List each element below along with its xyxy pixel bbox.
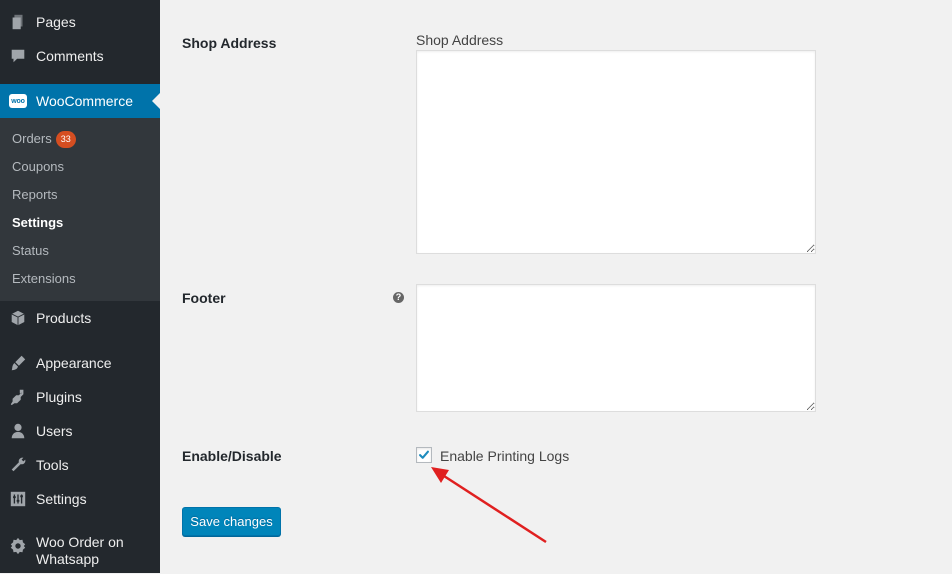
menu-label-woocommerce: WooCommerce — [36, 93, 133, 109]
comments-icon — [9, 47, 27, 65]
menu-label-products: Products — [36, 310, 92, 326]
menu-label-line1: Woo Order on — [36, 534, 124, 550]
woocommerce-logo: woo — [9, 94, 27, 108]
checkmark-icon — [419, 450, 429, 459]
shop-address-label: Shop Address — [182, 35, 277, 51]
menu-label-plugins: Plugins — [36, 389, 82, 405]
submenu-label-reports: Reports — [12, 187, 58, 202]
submenu-item-orders[interactable]: Orders 33 — [12, 129, 76, 149]
arrow-head — [431, 467, 449, 483]
submenu-label-settings: Settings — [12, 215, 64, 230]
footer-textarea[interactable] — [416, 284, 816, 412]
products-icon — [9, 309, 27, 327]
submenu-item-coupons[interactable]: Coupons — [12, 157, 64, 177]
menu-label-settings: Settings — [36, 491, 87, 507]
menu-item-comments[interactable]: Comments — [0, 39, 160, 73]
menu-item-woo-order-whatsapp[interactable]: Woo Order on Whatsapp — [0, 534, 160, 574]
enable-printing-logs-label[interactable]: Enable Printing Logs — [440, 447, 569, 465]
submenu-item-settings[interactable]: Settings — [12, 213, 63, 233]
menu-item-products[interactable]: Products — [0, 301, 160, 335]
menu-item-woocommerce[interactable]: woo WooCommerce — [0, 84, 160, 118]
menu-item-tools[interactable]: Tools — [0, 448, 160, 482]
submenu-label-status: Status — [12, 243, 49, 258]
admin-sidebar: Pages Comments woo WooCommerce Orders 33… — [0, 0, 160, 573]
submenu-item-reports[interactable]: Reports — [12, 185, 58, 205]
pages-icon — [9, 13, 27, 31]
menu-item-pages[interactable]: Pages — [0, 5, 160, 39]
orders-count-badge: 33 — [55, 130, 76, 148]
footer-label: Footer — [182, 290, 226, 306]
appearance-icon — [9, 354, 27, 372]
menu-item-appearance[interactable]: Appearance — [0, 346, 160, 380]
shop-address-inner-label: Shop Address — [416, 32, 504, 48]
menu-item-users[interactable]: Users — [0, 414, 160, 448]
menu-label-appearance: Appearance — [36, 355, 112, 371]
arrow-shaft — [443, 474, 547, 544]
menu-label-users: Users — [36, 423, 73, 439]
menu-label-pages: Pages — [36, 14, 76, 30]
shop-address-textarea[interactable] — [416, 50, 816, 254]
save-changes-button[interactable]: Save changes — [182, 507, 281, 536]
woocommerce-submenu: Orders 33 Coupons Reports Settings Statu… — [0, 118, 160, 301]
menu-label-tools: Tools — [36, 457, 69, 473]
submenu-label-extensions: Extensions — [12, 271, 76, 286]
menu-label-comments: Comments — [36, 48, 104, 64]
submenu-label-orders: Orders — [12, 131, 52, 146]
woocommerce-icon: woo — [9, 92, 27, 110]
enable-disable-label: Enable/Disable — [182, 448, 282, 464]
menu-item-settings[interactable]: Settings — [0, 482, 160, 516]
submenu-item-status[interactable]: Status — [12, 241, 49, 261]
gear-icon — [9, 537, 27, 555]
submenu-label-coupons: Coupons — [12, 159, 65, 174]
settings-icon — [9, 490, 27, 508]
menu-item-plugins[interactable]: Plugins — [0, 380, 160, 414]
enable-printing-logs-checkbox[interactable] — [416, 447, 432, 463]
submenu-item-extensions[interactable]: Extensions — [12, 269, 76, 289]
tools-icon — [9, 456, 27, 474]
menu-label-woo-order-whatsapp: Woo Order on Whatsapp — [36, 534, 124, 568]
menu-label-line2: Whatsapp — [36, 551, 100, 567]
plugins-icon — [9, 388, 27, 406]
users-icon — [9, 422, 27, 440]
help-tip-icon[interactable]: ? — [393, 292, 404, 303]
